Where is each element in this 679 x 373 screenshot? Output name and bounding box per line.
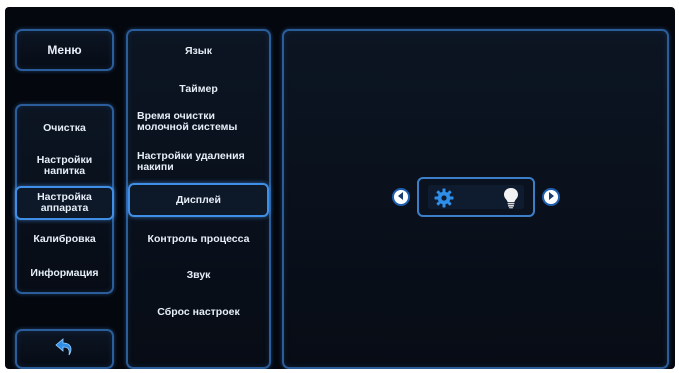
settings-item-label: Таймер — [179, 82, 218, 95]
settings-item-label: Звук — [186, 268, 211, 281]
settings-item-label: Контроль процесса — [147, 232, 250, 245]
settings-item-language[interactable]: Язык — [128, 41, 269, 61]
category-item-calibration[interactable]: Калибровка — [17, 227, 112, 251]
category-item-information[interactable]: Информация — [17, 261, 112, 285]
category-item-cleaning[interactable]: Очистка — [17, 116, 112, 140]
settings-item-descaling[interactable]: Настройки удаления накипи — [128, 151, 269, 179]
settings-item-label: Дисплей — [176, 193, 221, 206]
gear-icon — [434, 188, 454, 213]
category-item-label: Калибровка — [33, 232, 96, 245]
settings-item-process-control[interactable]: Контроль процесса — [128, 229, 269, 249]
category-panel: Очистка Настройки напитка Настройка аппа… — [15, 104, 114, 294]
light-bulb-icon — [503, 187, 519, 214]
previous-option-button[interactable] — [392, 188, 410, 206]
category-item-label: Очистка — [43, 121, 86, 134]
settings-item-label: Язык — [185, 44, 212, 57]
category-item-label-line2: аппарата — [40, 202, 89, 214]
category-item-drink-settings[interactable]: Настройки напитка — [17, 151, 112, 181]
settings-item-reset[interactable]: Сброс настроек — [128, 302, 269, 322]
display-mode-toggle[interactable] — [417, 177, 535, 217]
settings-item-label-line2: молочной системы — [137, 121, 238, 133]
settings-item-label: Сброс настроек — [157, 305, 240, 318]
settings-item-display[interactable]: Дисплей — [128, 183, 269, 217]
chevron-right-icon — [546, 188, 556, 206]
display-mode-selector — [392, 177, 562, 217]
return-arrow-icon — [54, 336, 76, 363]
settings-panel: Язык Таймер Время очистки молочной систе… — [126, 29, 271, 369]
chevron-left-icon — [396, 188, 406, 206]
menu-button[interactable]: Меню — [15, 29, 114, 71]
settings-item-sound[interactable]: Звук — [128, 265, 269, 285]
settings-item-timer[interactable]: Таймер — [128, 79, 269, 99]
category-item-machine-settings[interactable]: Настройка аппарата — [15, 186, 114, 220]
machine-display-screen: Меню Очистка Настройки напитка Настройка… — [5, 7, 675, 369]
settings-item-label-line2: накипи — [137, 161, 174, 173]
settings-item-milk-cleaning-time[interactable]: Время очистки молочной системы — [128, 111, 269, 139]
back-button[interactable] — [15, 329, 114, 369]
menu-button-label: Меню — [47, 43, 82, 57]
category-item-label-line2: напитка — [43, 165, 86, 177]
content-panel — [282, 29, 669, 369]
category-item-label: Информация — [30, 266, 99, 279]
next-option-button[interactable] — [542, 188, 560, 206]
